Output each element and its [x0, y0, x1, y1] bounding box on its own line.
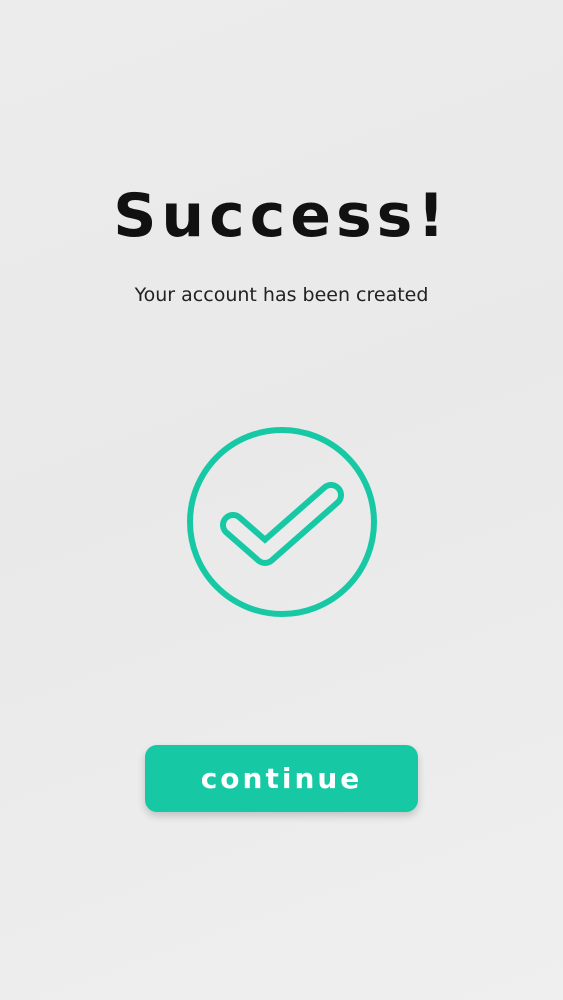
check-circle-graphic: [187, 427, 377, 617]
success-screen: Success! Your account has been created c…: [0, 0, 563, 1000]
success-message: Your account has been created: [134, 284, 429, 306]
check-circle-icon: [185, 425, 379, 619]
page-title: Success!: [113, 181, 450, 251]
continue-button[interactable]: continue: [145, 745, 418, 812]
